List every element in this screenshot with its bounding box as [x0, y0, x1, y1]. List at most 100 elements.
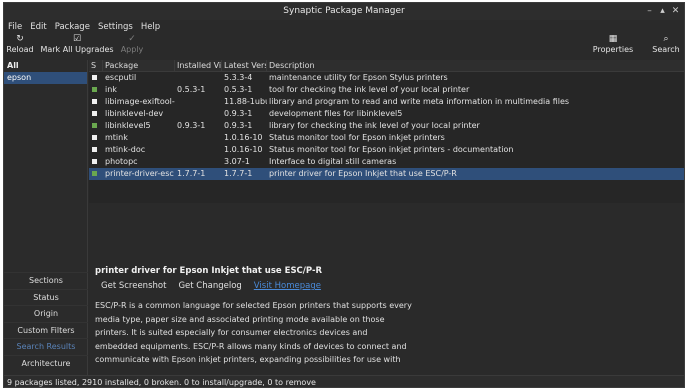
status-cell[interactable]: [89, 72, 103, 84]
menu-package[interactable]: Package: [51, 20, 94, 34]
description-cell: library and program to read and write me…: [269, 97, 570, 106]
maximize-icon[interactable]: ▴: [657, 6, 668, 17]
description-cell: Interface to digital still cameras: [269, 157, 397, 166]
table-row[interactable]: ink 0.5.3-1 0.5.3-1 tool for checking the i…: [89, 84, 684, 96]
properties-button[interactable]: ▦ Properties: [590, 34, 636, 59]
status-cell[interactable]: [89, 84, 103, 96]
latest-version-cell: 5.3.3-4: [224, 73, 253, 82]
status-cell[interactable]: [89, 156, 103, 168]
get-screenshot-button[interactable]: Get Screenshot: [95, 281, 172, 291]
search-label: Search: [652, 45, 680, 54]
app-window: Synaptic Package Manager – ▴ ✕ File Edit…: [3, 2, 685, 388]
menu-file[interactable]: File: [4, 20, 26, 34]
view-buttons: Sections Status Origin Custom Filters Se…: [4, 272, 88, 371]
status-bar: 9 packages listed, 2910 installed, 0 bro…: [4, 375, 684, 387]
table-row[interactable]: photopc 3.07-1 Interface to digital still …: [89, 156, 684, 168]
table-row[interactable]: mtink-doc 1.0.16-10 Status monitor tool fo…: [89, 144, 684, 156]
status-cell[interactable]: [89, 168, 103, 180]
installed-version-cell: [175, 72, 222, 84]
details-links: Get Screenshot Get Changelog Visit Homep…: [95, 281, 327, 291]
latest-version-cell: 1.7.7-1: [224, 169, 253, 178]
view-search-results-button[interactable]: Search Results: [4, 338, 88, 355]
sidebar: All epson Sections Status Origin Custom …: [4, 60, 88, 375]
column-installed-version[interactable]: Installed Vi: [175, 60, 222, 71]
installed-status-icon[interactable]: [92, 171, 97, 176]
apply-label: Apply: [120, 45, 144, 54]
apply-button[interactable]: ✓ Apply: [118, 34, 146, 59]
table-row[interactable]: printer-driver-esc 1.7.7-1 1.7.7-1 printer …: [89, 168, 684, 180]
column-description[interactable]: Description: [267, 60, 684, 71]
installed-version-cell: [175, 156, 222, 168]
column-latest-version[interactable]: Latest Vers: [222, 60, 267, 71]
menu-help[interactable]: Help: [137, 20, 164, 34]
table-row[interactable]: libinklevel5 0.9.3-1 0.9.3-1 library for ch…: [89, 120, 684, 132]
reload-icon: ↻: [16, 34, 24, 44]
package-rows: escputil 5.3.3-4 maintenance utility for E…: [89, 72, 684, 180]
description-cell: tool for checking the ink level of your …: [269, 85, 470, 94]
installed-version-cell: 0.5.3-1: [177, 85, 206, 94]
description-cell: development files for libinklevel5: [269, 109, 403, 118]
package-name-cell: photopc: [105, 157, 138, 166]
table-row[interactable]: libinklevel-dev 0.9.3-1 development files …: [89, 108, 684, 120]
not-installed-status-icon[interactable]: [92, 147, 97, 152]
package-name-cell: mtink-doc: [105, 145, 146, 154]
not-installed-status-icon[interactable]: [92, 135, 97, 140]
package-list: S Package Installed Vi Latest Vers Descr…: [89, 60, 684, 203]
status-cell[interactable]: [89, 132, 103, 144]
search-icon: ⌕: [663, 34, 669, 44]
description-line: embedded equipments. ESC/P-R allows many…: [95, 341, 407, 351]
description-cell: printer driver for Epson Inkjet that use…: [269, 169, 457, 178]
mark-all-label: Mark All Upgrades: [40, 45, 114, 54]
search-button[interactable]: ⌕ Search: [649, 34, 683, 59]
installed-version-cell: [175, 144, 222, 156]
installed-version-cell: [175, 108, 222, 120]
latest-version-cell: 0.9.3-1: [224, 121, 253, 130]
view-sections-button[interactable]: Sections: [4, 272, 88, 289]
status-text: 9 packages listed, 2910 installed, 0 bro…: [7, 378, 316, 387]
visit-homepage-link[interactable]: Visit Homepage: [248, 281, 327, 291]
table-row[interactable]: mtink 1.0.16-10 Status monitor tool for Ep…: [89, 132, 684, 144]
menu-edit[interactable]: Edit: [26, 20, 50, 34]
mark-all-upgrades-button[interactable]: ☑ Mark All Upgrades: [38, 34, 116, 59]
description-cell: maintenance utility for Epson Stylus pri…: [269, 73, 448, 82]
description-line: media type, paper size and associated pr…: [95, 314, 385, 324]
package-name-cell: mtink: [105, 133, 128, 142]
not-installed-status-icon[interactable]: [92, 111, 97, 116]
description-line: communicate with Epson inkjet printers, …: [95, 355, 401, 364]
reload-label: Reload: [6, 45, 34, 54]
status-cell[interactable]: [89, 96, 103, 108]
not-installed-status-icon[interactable]: [92, 75, 97, 80]
table-row[interactable]: escputil 5.3.3-4 maintenance utility for E…: [89, 72, 684, 84]
reload-button[interactable]: ↻ Reload: [5, 34, 35, 59]
filter-item-epson[interactable]: epson: [4, 72, 87, 84]
status-cell[interactable]: [89, 108, 103, 120]
table-row[interactable]: libimage-exiftool- 11.88-1uburlibrary and…: [89, 96, 684, 108]
get-changelog-button[interactable]: Get Changelog: [172, 281, 247, 291]
status-cell[interactable]: [89, 144, 103, 156]
description-cell: Status monitor tool for Epson inkjet pri…: [269, 145, 514, 154]
status-cell[interactable]: [89, 120, 103, 132]
menu-settings[interactable]: Settings: [94, 20, 137, 34]
package-long-description: ESC/P-R is a common language for selecte…: [95, 299, 415, 367]
view-architecture-button[interactable]: Architecture: [4, 354, 88, 372]
close-icon[interactable]: ✕: [670, 6, 681, 17]
filter-list-header[interactable]: All: [4, 60, 87, 72]
installed-version-cell: [175, 96, 222, 108]
view-status-button[interactable]: Status: [4, 288, 88, 306]
column-package[interactable]: Package: [103, 60, 175, 71]
view-custom-filters-button[interactable]: Custom Filters: [4, 321, 88, 339]
not-installed-status-icon[interactable]: [92, 99, 97, 104]
column-status[interactable]: S: [89, 60, 103, 71]
minimize-icon[interactable]: –: [644, 6, 655, 17]
view-origin-button[interactable]: Origin: [4, 305, 88, 322]
installed-version-cell: [175, 132, 222, 144]
not-installed-status-icon[interactable]: [92, 159, 97, 164]
latest-version-cell: 3.07-1: [224, 157, 250, 166]
window-title: Synaptic Package Manager: [283, 6, 405, 16]
installed-status-icon[interactable]: [92, 87, 97, 92]
properties-icon: ▦: [608, 34, 618, 44]
installed-status-icon[interactable]: [92, 123, 97, 128]
package-name-cell: libinklevel5: [105, 121, 151, 130]
package-name-cell: ink: [105, 85, 117, 94]
package-list-header: S Package Installed Vi Latest Vers Descr…: [89, 60, 684, 72]
